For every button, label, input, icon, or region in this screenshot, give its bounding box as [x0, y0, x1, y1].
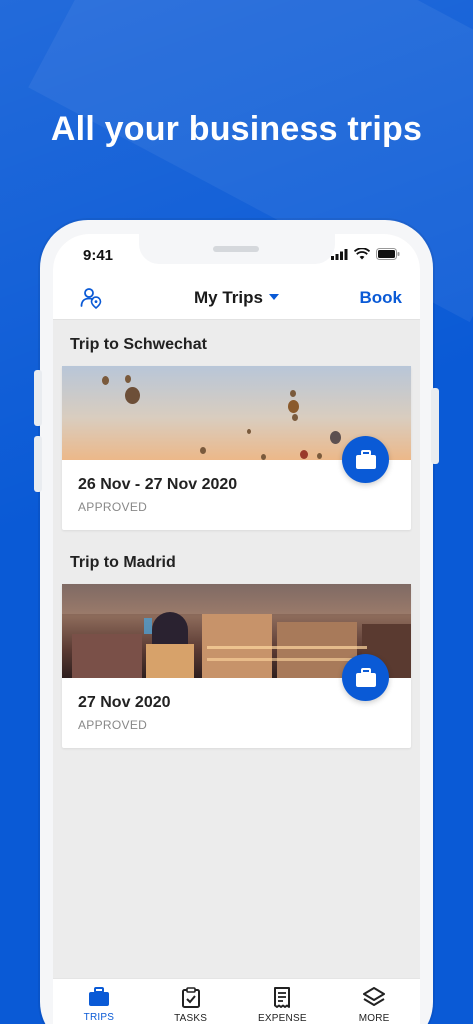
- power-button: [431, 388, 439, 464]
- tab-label: MORE: [358, 1013, 390, 1024]
- page-title: My Trips: [194, 288, 263, 307]
- status-bar: 9:41: [53, 234, 420, 274]
- trip-status: APPROVED: [78, 718, 148, 732]
- trip-section-title: Trip to Madrid: [70, 554, 176, 571]
- tab-trips[interactable]: TRIPS: [53, 979, 145, 1024]
- suitcase-icon: [88, 987, 109, 1006]
- headline: All your business trips: [50, 110, 423, 148]
- book-button[interactable]: Book: [360, 288, 403, 308]
- status-icons: [331, 248, 400, 260]
- volume-up-button: [34, 370, 42, 426]
- tab-label: EXPENSE: [258, 1013, 307, 1024]
- tab-bar: TRIPS TASKS EXPENSE MORE: [53, 978, 420, 1024]
- navbar: My Trips Book: [53, 274, 420, 320]
- tab-label: TASKS: [174, 1013, 208, 1024]
- suitcase-icon: [355, 667, 376, 687]
- speaker-grille: [213, 246, 259, 252]
- trip-status: APPROVED: [78, 500, 148, 514]
- phone-screen: 9:41 My Trips Book Trip to Schwechat 26 …: [53, 234, 420, 1024]
- layers-icon: [363, 987, 386, 1006]
- trip-section-title: Trip to Schwechat: [70, 336, 207, 353]
- trip-card[interactable]: 26 Nov - 27 Nov 2020 APPROVED: [62, 366, 411, 530]
- battery-icon: [376, 248, 400, 260]
- wifi-icon: [354, 248, 370, 260]
- trip-dates: 27 Nov 2020: [78, 694, 171, 711]
- tab-tasks[interactable]: TASKS: [145, 979, 237, 1024]
- tab-label: TRIPS: [83, 1012, 115, 1023]
- checklist-icon: [181, 987, 200, 1008]
- tab-expense[interactable]: EXPENSE: [237, 979, 329, 1024]
- chevron-down-icon: [268, 293, 279, 300]
- signal-icon: [331, 248, 348, 260]
- receipt-icon: [274, 987, 291, 1008]
- trip-card[interactable]: 27 Nov 2020 APPROVED: [62, 584, 411, 748]
- volume-down-button: [34, 436, 42, 492]
- trip-details-button[interactable]: [342, 436, 389, 483]
- trip-details-button[interactable]: [342, 654, 389, 701]
- tab-more[interactable]: MORE: [328, 979, 420, 1024]
- trip-dates: 26 Nov - 27 Nov 2020: [78, 476, 238, 493]
- status-time: 9:41: [83, 247, 114, 264]
- suitcase-icon: [355, 449, 376, 469]
